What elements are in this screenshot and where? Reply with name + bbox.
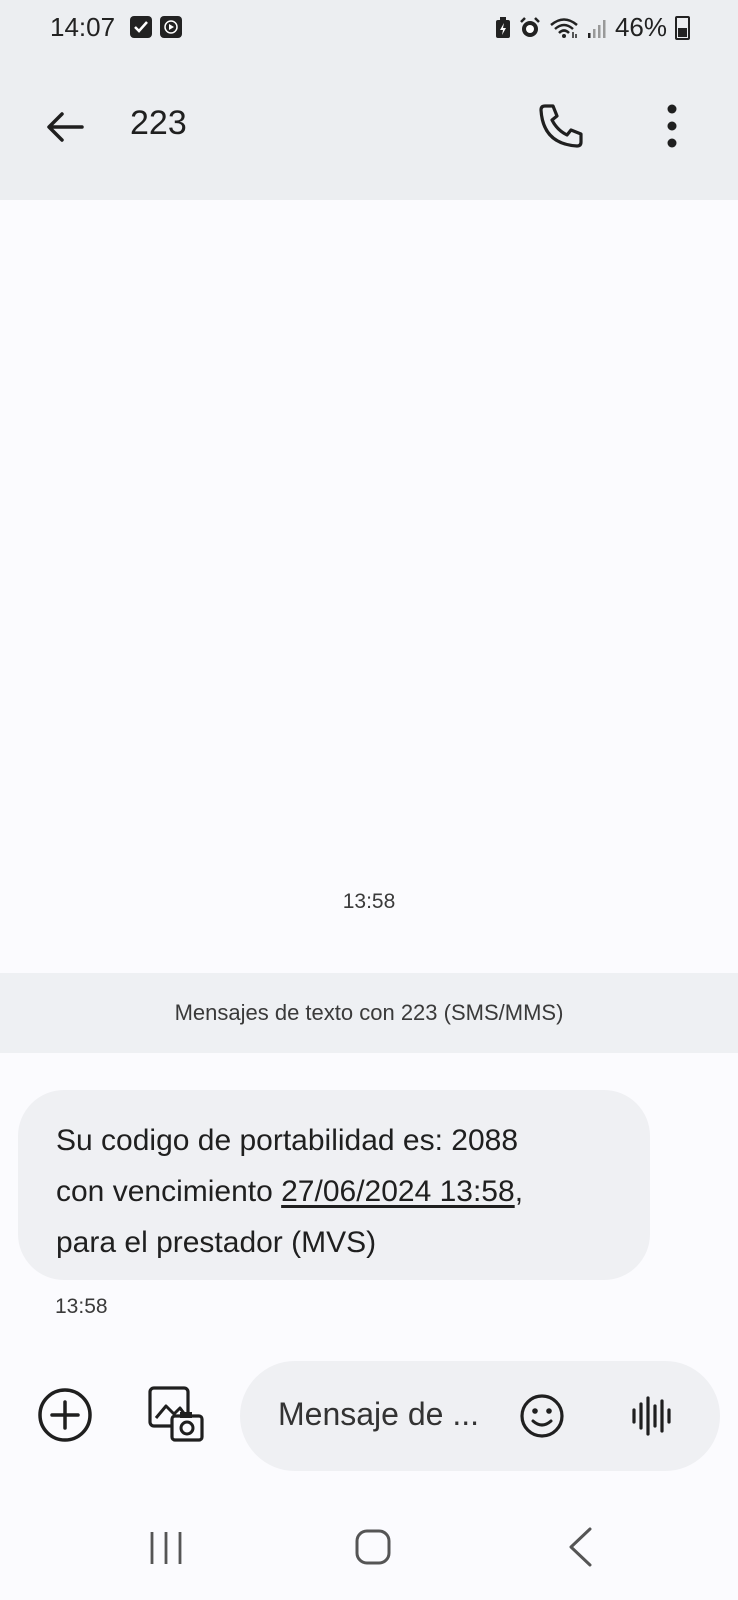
message-timestamp: 13:58 (55, 1295, 108, 1318)
notification-icons (130, 16, 182, 38)
sms-info-text: Mensajes de texto con 223 (SMS/MMS) (174, 1000, 564, 1025)
add-circle-icon[interactable] (36, 1386, 94, 1444)
conversation-header: 223 (0, 60, 738, 200)
back-chevron-icon[interactable] (566, 1526, 594, 1568)
back-arrow-icon[interactable] (40, 102, 90, 152)
message-input-placeholder: Mensaje de ... (278, 1396, 479, 1432)
battery-icon (675, 15, 690, 40)
recents-icon[interactable] (148, 1530, 184, 1566)
gallery-camera-icon[interactable] (146, 1384, 206, 1446)
media-notification-icon (160, 16, 182, 38)
message-text: Su codigo de portabilidad es: 2088 con v… (56, 1115, 626, 1268)
battery-percent: 46% (614, 12, 667, 42)
phone-icon[interactable] (535, 100, 587, 152)
more-vert-icon[interactable] (652, 100, 692, 152)
emoji-icon[interactable] (518, 1392, 566, 1440)
date-link[interactable]: 27/06/2024 13:58 (281, 1175, 515, 1208)
message-bubble[interactable]: Su codigo de portabilidad es: 2088 con v… (18, 1090, 650, 1280)
sms-info-banner: Mensajes de texto con 223 (SMS/MMS) (0, 973, 738, 1053)
message-line-text: , (514, 1175, 524, 1208)
message-input[interactable]: Mensaje de ... (240, 1361, 720, 1471)
contact-title: 223 (130, 104, 187, 142)
alarm-icon (520, 16, 540, 37)
conversation-timestamp: 13:58 (342, 890, 396, 913)
signal-icon (587, 19, 606, 38)
message-line: Su codigo de portabilidad es: 2088 (56, 1124, 519, 1157)
message-line-text: con vencimiento (56, 1175, 282, 1208)
status-time: 14:07 (50, 12, 116, 42)
voice-waveform-icon[interactable] (630, 1392, 674, 1440)
wifi-icon (550, 17, 578, 38)
home-icon[interactable] (354, 1528, 392, 1566)
message-line: para el prestador (MVS) (56, 1226, 377, 1259)
system-navigation-bar (0, 1490, 738, 1600)
checkbox-notification-icon (130, 16, 152, 38)
compose-bar: Mensaje de ... (0, 1350, 738, 1480)
system-status-icons: 46% (495, 12, 690, 43)
message-line: con vencimiento 27/06/2024 13:58, (56, 1166, 626, 1217)
status-bar: 14:07 46% (0, 0, 738, 60)
battery-saver-icon (495, 16, 510, 38)
